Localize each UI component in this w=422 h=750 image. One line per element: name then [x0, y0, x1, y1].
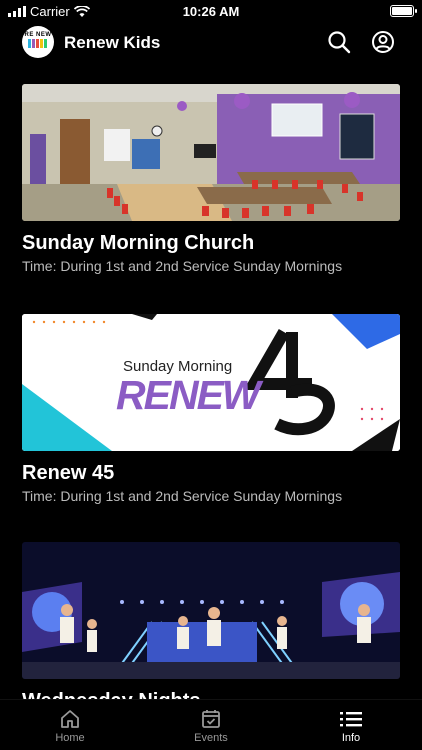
- stage-image: [22, 542, 400, 679]
- list-icon: [340, 712, 362, 727]
- app-title: Renew Kids: [64, 33, 161, 52]
- renew-45-graphic: Sunday Morning RENEW 45: [22, 314, 400, 451]
- search-icon[interactable]: [327, 30, 351, 54]
- tab-info[interactable]: Info: [301, 704, 401, 748]
- program-card-renew-45[interactable]: Sunday Morning RENEW 45 Renew 45 Time: D…: [22, 314, 400, 542]
- card-subtitle: Time: During 1st and 2nd Service Sunday …: [22, 258, 343, 274]
- program-card-sunday-morning[interactable]: Sunday Morning Church Time: During 1st a…: [22, 84, 400, 314]
- home-icon: [61, 710, 79, 728]
- program-card-wednesday-nights[interactable]: Wednesday Nights: [22, 542, 400, 704]
- program-list[interactable]: Sunday Morning Church Time: During 1st a…: [22, 84, 400, 704]
- app-logo: RE NEW: [22, 26, 54, 58]
- card-title: Renew 45: [22, 462, 115, 484]
- status-time: 10:26 AM: [182, 4, 240, 19]
- tab-label: Info: [341, 732, 361, 744]
- card-title: Sunday Morning Church: [22, 232, 255, 254]
- account-icon[interactable]: [371, 30, 395, 54]
- card-subtitle: Time: During 1st and 2nd Service Sunday …: [22, 488, 343, 504]
- tab-bar: Home Events Info: [0, 699, 422, 750]
- status-bar: Carrier 10:26 AM: [0, 0, 422, 22]
- tab-home[interactable]: Home: [20, 704, 120, 748]
- tab-label: Home: [55, 732, 85, 744]
- classroom-image: [22, 84, 400, 221]
- battery-icon: [390, 5, 417, 17]
- calendar-check-icon: [202, 710, 220, 728]
- app-header: RE NEW Renew Kids: [0, 26, 422, 60]
- tab-label: Events: [194, 732, 228, 744]
- logo-text: RE NEW: [24, 32, 52, 38]
- tab-events[interactable]: Events: [161, 704, 261, 748]
- graphic-word: RENEW: [116, 372, 261, 418]
